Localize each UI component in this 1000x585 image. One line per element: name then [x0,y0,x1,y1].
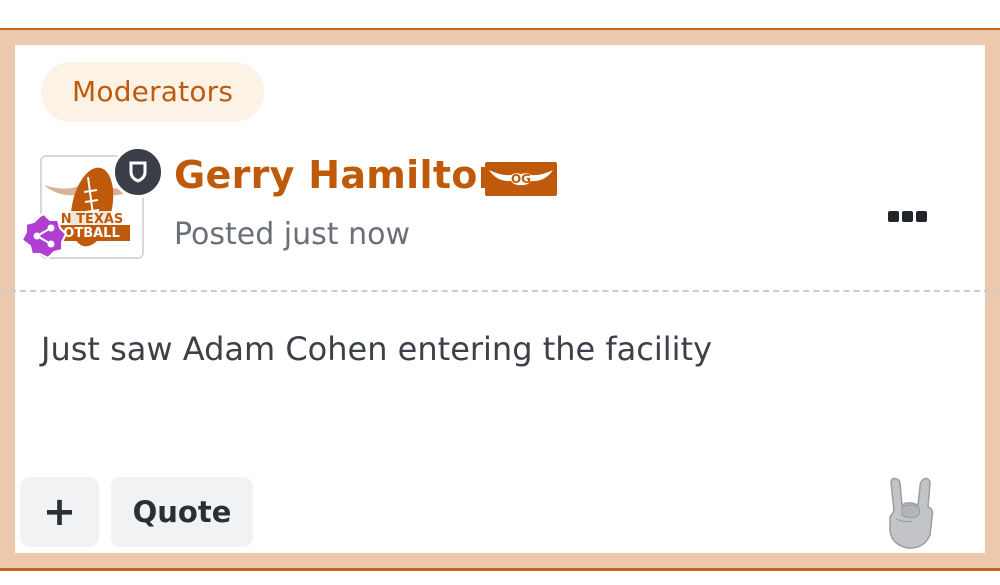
group-badge[interactable]: Moderators [41,62,265,122]
more-icon[interactable] [877,198,937,234]
shield-icon [112,146,164,198]
add-reaction-button[interactable]: + [20,477,99,547]
hook-em-horns-icon[interactable] [882,473,942,551]
more-dot [901,210,913,222]
share-icon [20,212,68,260]
top-strip [0,0,1000,30]
post-timestamp: Posted just now [174,217,410,252]
post-body: Just saw Adam Cohen entering the facilit… [41,330,712,368]
divider [0,290,1000,292]
more-dot [887,210,899,222]
og-badge-icon: OG [485,162,557,196]
author-name[interactable]: Gerry Hamilton [174,153,505,197]
more-dot [915,210,927,222]
post-card: Moderators N TEXAS OOTBALL Gerry Hamilto… [0,45,1000,553]
og-badge-label: OG [511,172,531,186]
quote-button[interactable]: Quote [111,477,253,547]
